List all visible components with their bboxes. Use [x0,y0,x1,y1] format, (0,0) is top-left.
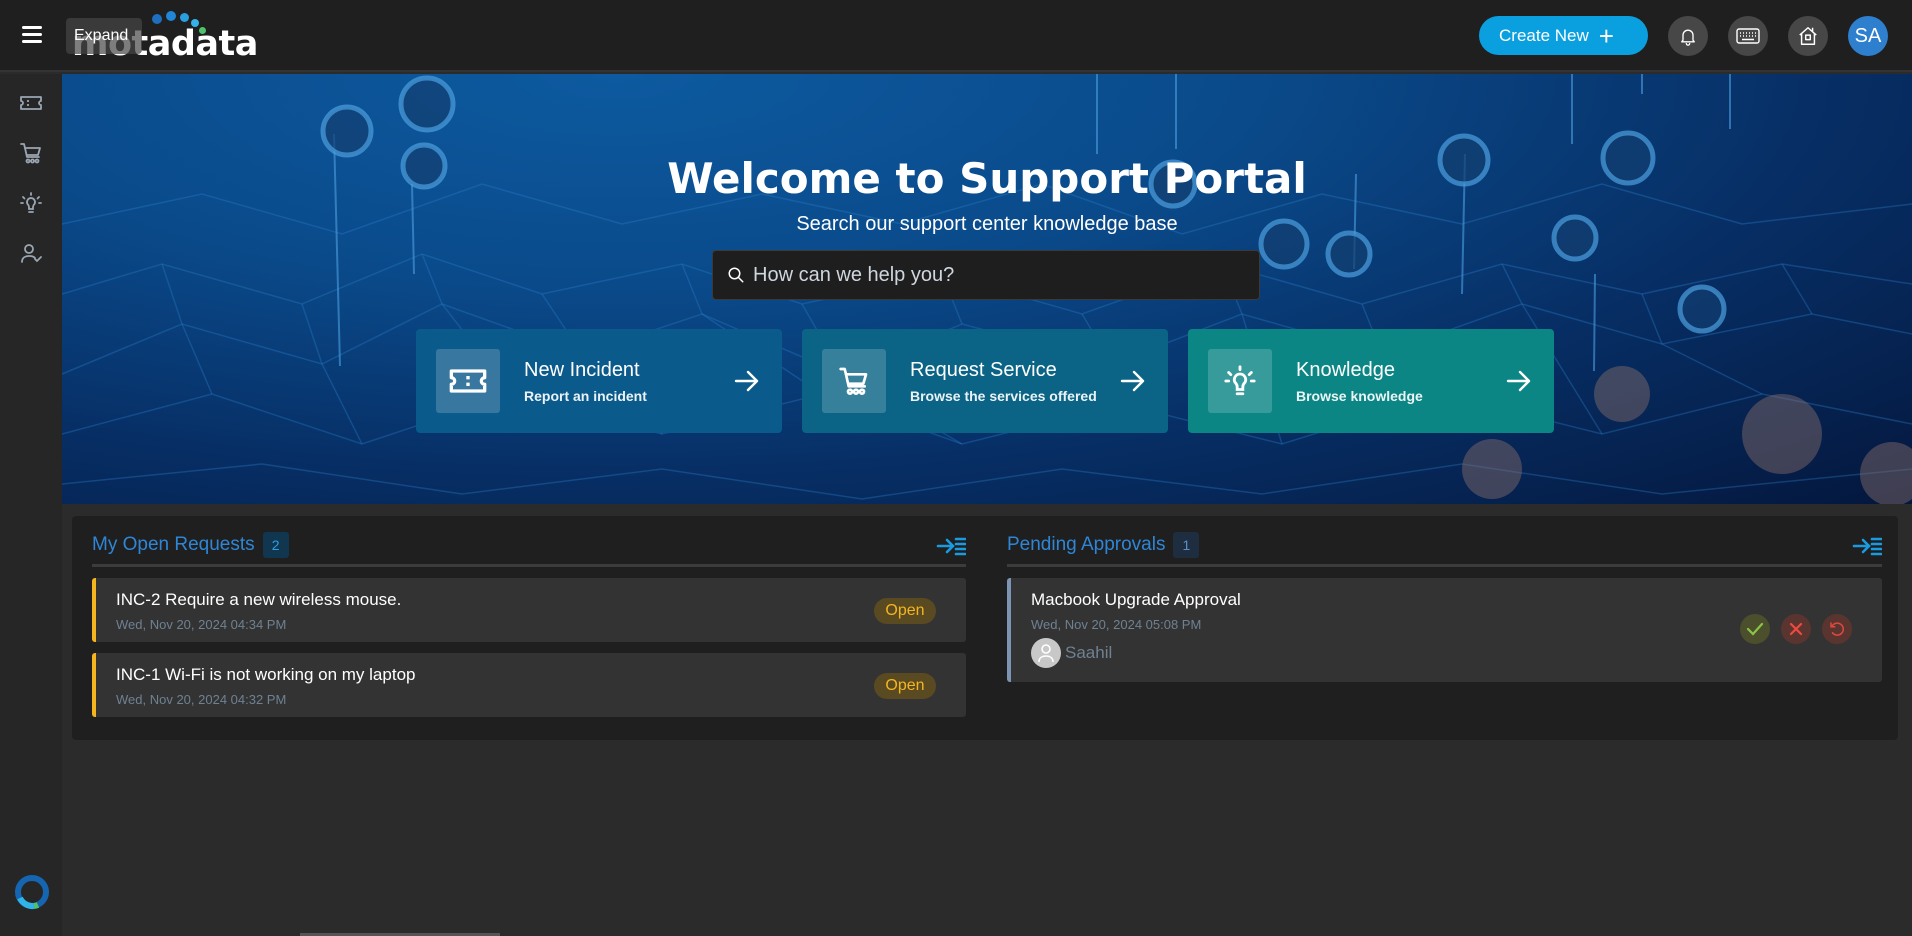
card-title: Request Service [910,358,1057,381]
view-all-icon[interactable] [1852,536,1882,556]
bell-icon [1681,29,1695,46]
approval-date: Wed, Nov 20, 2024 05:08 PM [1031,617,1202,632]
keyboard-shortcuts-button[interactable] [1728,16,1768,56]
ticket-icon [436,349,500,413]
plus-icon: + [1598,20,1614,51]
dashboard-panels: My Open Requests 2 INC-2 Require a new w… [72,516,1898,740]
create-new-button[interactable]: Create New + [1479,16,1648,55]
arrow-right-icon [1120,370,1145,392]
knowledge-search-box[interactable] [712,250,1260,300]
sidebar-item-service-catalog[interactable] [14,136,48,170]
approval-item[interactable]: Macbook Upgrade Approval Wed, Nov 20, 20… [1007,578,1882,682]
card-subtitle: Browse the services offered [910,387,1097,404]
requester-name: Saahil [1065,643,1113,662]
logo-dot [152,14,162,24]
request-date: Wed, Nov 20, 2024 04:32 PM [116,692,287,707]
request-item[interactable]: INC-1 Wi-Fi is not working on my laptop … [92,653,966,717]
reject-button[interactable] [1781,614,1811,644]
sidebar-item-approvals[interactable] [14,236,48,270]
panel-title[interactable]: Pending Approvals [1007,534,1165,556]
home-icon [1799,27,1817,45]
lightbulb-icon [1208,349,1272,413]
status-badge: Open [874,673,936,699]
request-title: INC-2 Require a new wireless mouse. [116,590,402,609]
keyboard-icon [1736,28,1760,44]
panel-divider [92,564,966,567]
cart-icon [822,349,886,413]
approve-button[interactable] [1740,614,1770,644]
logo-dot [180,13,189,22]
request-title: INC-1 Wi-Fi is not working on my laptop [116,665,416,684]
ticket-icon [20,96,42,110]
user-avatar[interactable]: SA [1848,16,1888,56]
home-button[interactable] [1788,16,1828,56]
status-badge: Open [874,598,936,624]
hero-banner: Welcome to Support Portal Search our sup… [62,74,1912,504]
hero-subtitle: Search our support center knowledge base [796,213,1178,235]
panel-divider [1007,564,1882,567]
sidebar-item-knowledge[interactable] [14,186,48,220]
search-icon [728,267,744,283]
sidebar [0,74,62,936]
lightbulb-icon [20,192,42,213]
arrow-right-icon [734,370,759,392]
close-icon [1789,622,1803,636]
count-badge: 2 [262,532,289,558]
create-new-label: Create New [1499,25,1589,45]
hamburger-icon[interactable] [22,26,42,44]
search-input[interactable] [753,263,1233,287]
notifications-button[interactable] [1668,16,1708,56]
card-title: New Incident [524,358,640,381]
count-badge: 1 [1173,532,1200,558]
undo-icon [1830,622,1844,636]
panel-title[interactable]: My Open Requests [92,534,255,556]
view-all-icon[interactable] [936,536,966,556]
check-icon [1746,622,1764,636]
sidebar-item-incidents[interactable] [14,86,48,120]
ignore-button[interactable] [1822,614,1852,644]
user-check-icon [21,244,42,263]
expand-tooltip: Expand [66,18,142,54]
request-service-card[interactable]: Request Service Browse the services offe… [802,329,1168,433]
top-bar: motadata Expand Create New + SA [0,0,1912,72]
approval-title: Macbook Upgrade Approval [1031,590,1241,609]
knowledge-card[interactable]: Knowledge Browse knowledge [1188,329,1554,433]
card-subtitle: Browse knowledge [1296,387,1423,404]
status-indicator-bar [1007,578,1011,682]
hero-title: Welcome to Support Portal [667,154,1307,203]
logo-dot [166,11,176,21]
card-title: Knowledge [1296,358,1395,381]
status-indicator-bar [92,653,96,717]
cart-icon [20,143,41,164]
requester: Saahil [1031,638,1112,668]
request-item[interactable]: INC-2 Require a new wireless mouse. Wed,… [92,578,966,642]
new-incident-card[interactable]: New Incident Report an incident [416,329,782,433]
motadata-ring-logo-icon [14,874,50,910]
status-indicator-bar [92,578,96,642]
user-avatar-icon [1031,638,1061,668]
card-subtitle: Report an incident [524,387,647,404]
arrow-right-icon [1506,370,1531,392]
request-date: Wed, Nov 20, 2024 04:34 PM [116,617,287,632]
